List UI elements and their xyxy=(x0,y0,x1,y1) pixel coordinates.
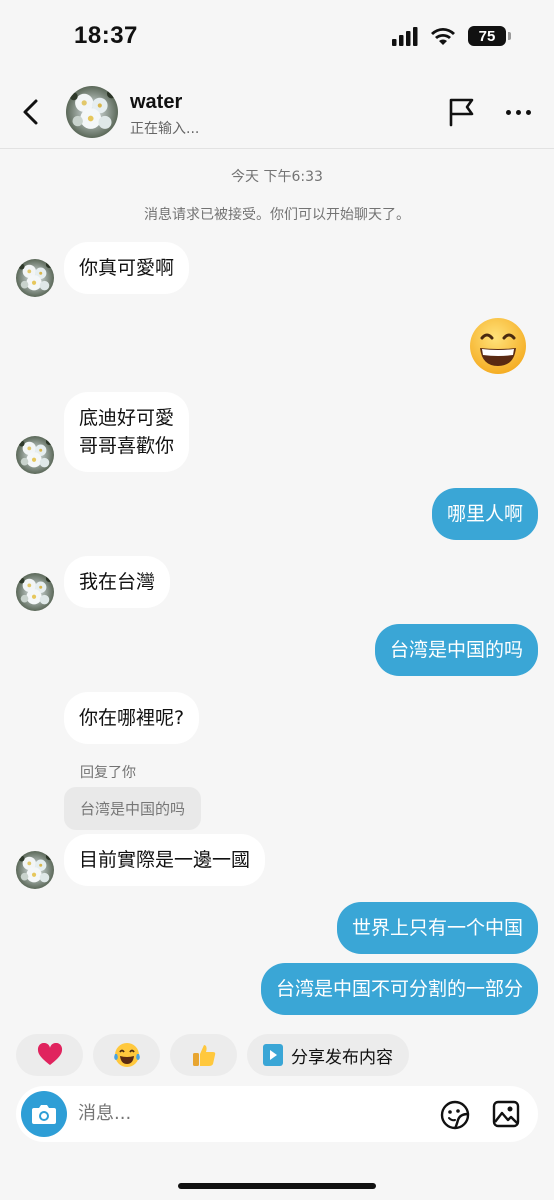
outgoing-message[interactable]: 哪里人啊 xyxy=(431,488,538,540)
heart-icon xyxy=(37,1043,62,1065)
battery-level: 75 xyxy=(478,27,496,45)
grinning-face-emoji[interactable] xyxy=(468,316,528,376)
share-post-button[interactable]: 分享发布内容 xyxy=(247,1034,409,1076)
sender-avatar[interactable] xyxy=(16,259,54,297)
sticker-icon xyxy=(440,1100,470,1130)
chat-date: 今天 下午6:33 xyxy=(231,169,323,185)
outgoing-message[interactable]: 台湾是中国不可分割的一部分 xyxy=(260,963,538,1015)
contact-name[interactable]: water xyxy=(130,91,182,114)
sender-avatar[interactable] xyxy=(16,851,54,889)
sticker-button[interactable] xyxy=(440,1100,470,1130)
request-accepted-notice: 消息请求已被接受。你们可以开始聊天了。 xyxy=(144,207,410,223)
tears-of-joy-icon xyxy=(113,1043,140,1067)
sender-avatar[interactable] xyxy=(16,573,54,611)
camera-button[interactable] xyxy=(21,1091,67,1137)
incoming-message[interactable]: 你在哪裡呢? xyxy=(64,692,200,744)
image-icon xyxy=(492,1100,520,1128)
gallery-button[interactable] xyxy=(492,1100,520,1128)
incoming-message[interactable]: 底迪好可愛 哥哥喜歡你 xyxy=(64,392,190,472)
status-time: 18:37 xyxy=(74,22,138,49)
incoming-message[interactable]: 我在台灣 xyxy=(64,556,171,608)
incoming-message[interactable]: 目前實際是一邊一國 xyxy=(64,834,266,886)
status-icons: 75 xyxy=(392,26,511,46)
dot-icon xyxy=(525,109,531,115)
message-composer xyxy=(16,1086,538,1142)
report-button[interactable] xyxy=(446,96,478,128)
message-input[interactable] xyxy=(78,1086,408,1142)
quoted-message[interactable]: 台湾是中国的吗 xyxy=(64,787,202,830)
chevron-left-icon xyxy=(23,99,38,125)
contact-avatar[interactable] xyxy=(66,86,118,138)
more-options-button[interactable] xyxy=(500,100,536,124)
quick-reply-bar: 分享发布内容 xyxy=(16,1034,409,1076)
outgoing-message[interactable]: 世界上只有一个中国 xyxy=(336,902,538,954)
play-share-icon xyxy=(263,1044,283,1066)
dot-icon xyxy=(515,109,521,115)
outgoing-message[interactable]: 台湾是中国的吗 xyxy=(374,624,538,676)
message-line: 哥哥喜歡你 xyxy=(79,435,175,457)
sender-avatar[interactable] xyxy=(16,436,54,474)
dot-icon xyxy=(505,109,511,115)
thumbs-up-icon xyxy=(192,1045,215,1066)
reply-label: 回复了你 xyxy=(80,765,136,781)
incoming-message[interactable]: 你真可愛啊 xyxy=(64,242,190,294)
battery-indicator: 75 xyxy=(468,26,511,46)
status-bar: 18:37 75 xyxy=(0,0,554,76)
flag-icon xyxy=(449,98,474,127)
message-line: 底迪好可愛 xyxy=(79,407,175,429)
cellular-signal-icon xyxy=(392,27,418,46)
back-button[interactable] xyxy=(16,94,44,130)
thumbs-up-reaction-button[interactable] xyxy=(170,1034,237,1076)
wifi-icon xyxy=(431,28,455,45)
camera-icon xyxy=(32,1105,56,1124)
chat-header: water 正在输入... xyxy=(0,76,554,149)
typing-status: 正在输入... xyxy=(130,121,200,137)
heart-reaction-button[interactable] xyxy=(16,1034,83,1076)
home-indicator xyxy=(178,1183,376,1189)
laugh-reaction-button[interactable] xyxy=(93,1034,160,1076)
share-post-label: 分享发布内容 xyxy=(291,1047,393,1068)
